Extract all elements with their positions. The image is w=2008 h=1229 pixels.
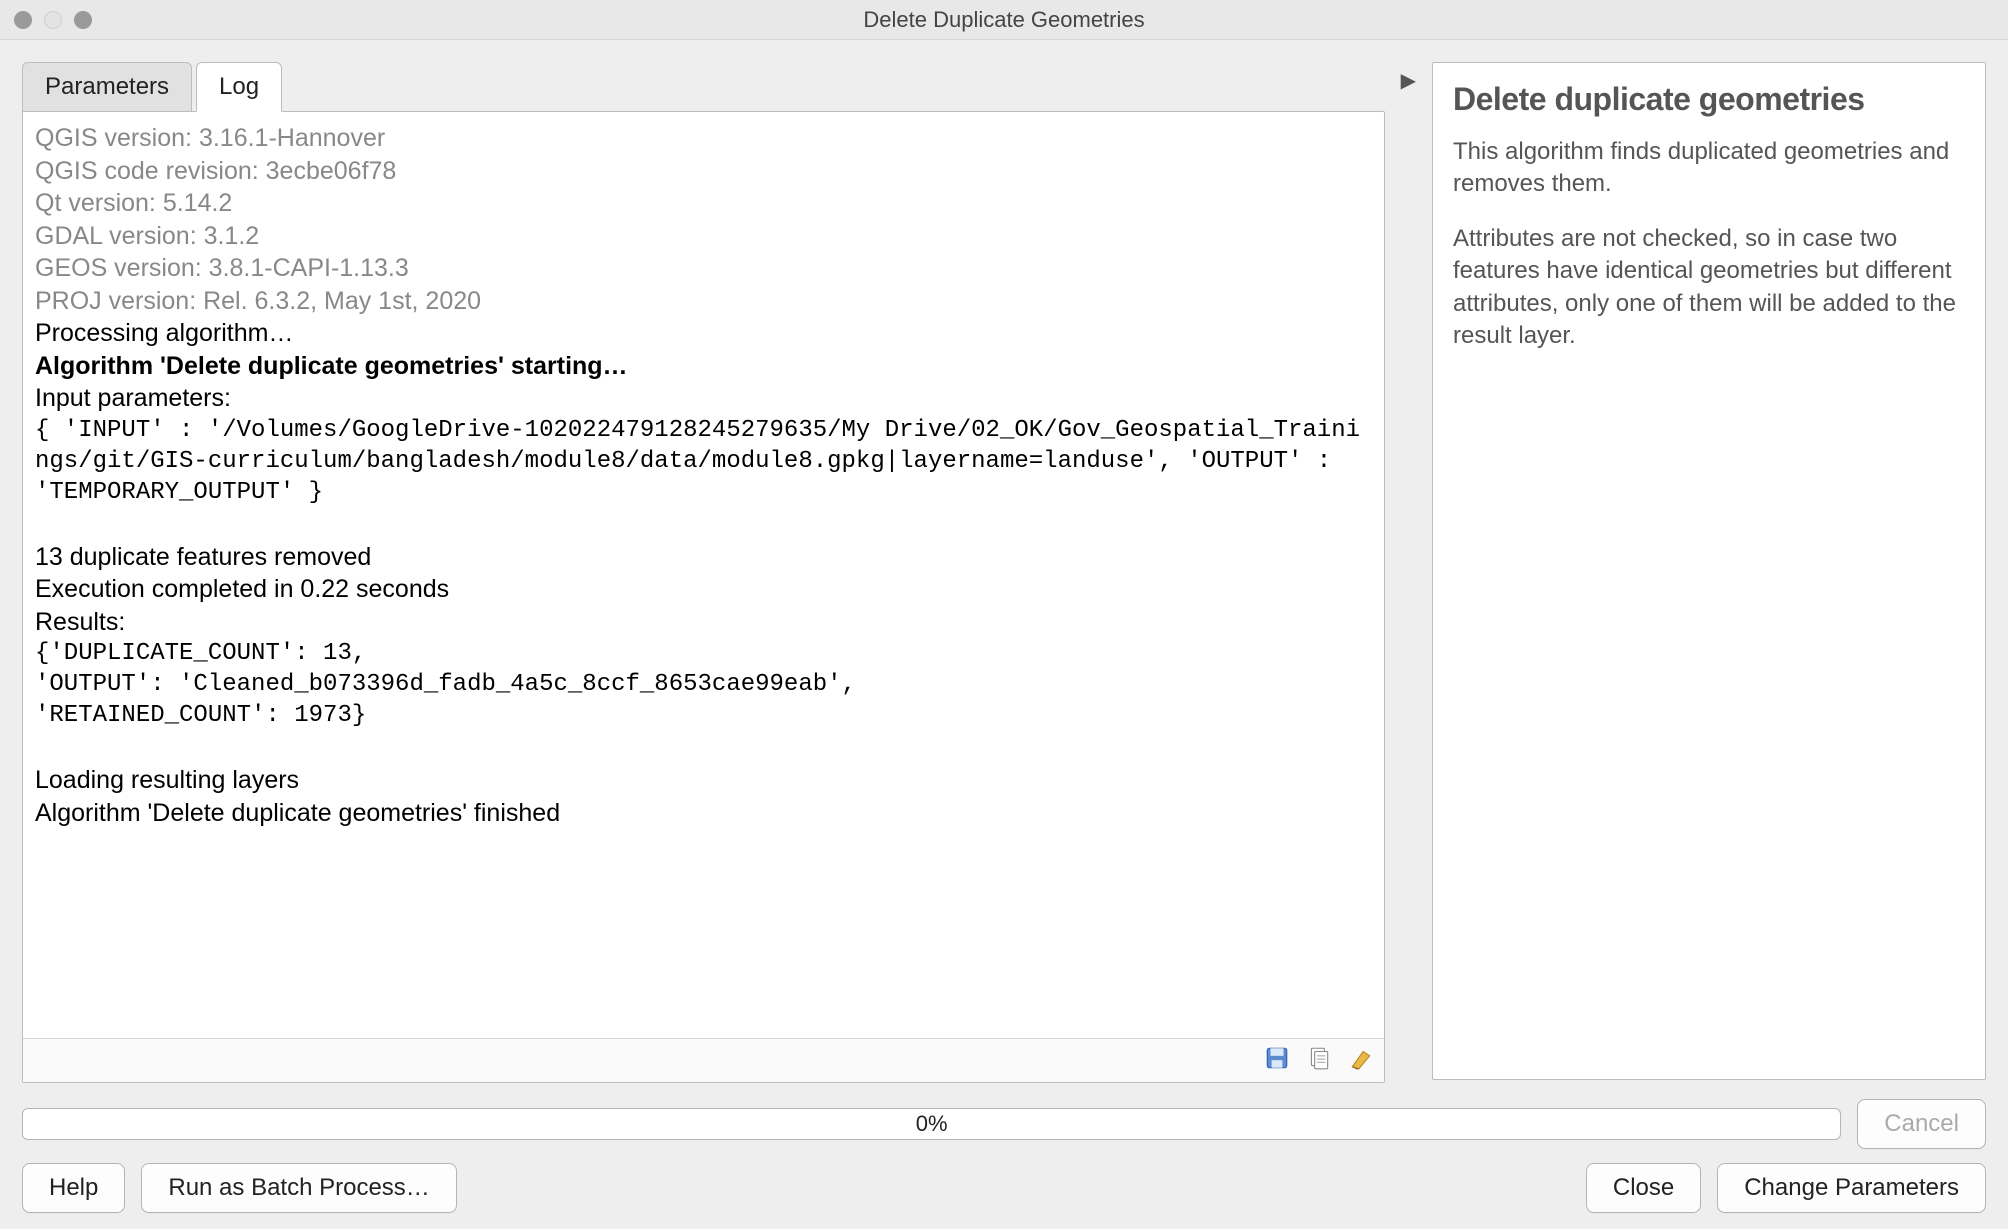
tab-parameters[interactable]: Parameters bbox=[22, 62, 192, 112]
help-paragraph-2: Attributes are not checked, so in case t… bbox=[1453, 223, 1965, 353]
log-content: QGIS version: 3.16.1-Hannover QGIS code … bbox=[23, 112, 1384, 1038]
log-processing: Processing algorithm… bbox=[35, 317, 1372, 350]
log-input-params-value: { 'INPUT' : '/Volumes/GoogleDrive-102022… bbox=[35, 415, 1372, 509]
help-panel: Delete duplicate geometries This algorit… bbox=[1432, 62, 1986, 1080]
window-title: Delete Duplicate Geometries bbox=[0, 7, 2008, 33]
titlebar: Delete Duplicate Geometries bbox=[0, 0, 2008, 40]
cancel-button: Cancel bbox=[1857, 1099, 1986, 1149]
save-log-icon[interactable] bbox=[1264, 1045, 1290, 1076]
log-results-2: 'OUTPUT': 'Cleaned_b073396d_fadb_4a5c_8c… bbox=[35, 669, 1372, 700]
close-window-button[interactable] bbox=[14, 11, 32, 29]
log-proj-version: PROJ version: Rel. 6.3.2, May 1st, 2020 bbox=[35, 285, 1372, 318]
log-loading: Loading resulting layers bbox=[35, 764, 1372, 797]
log-qgis-revision: QGIS code revision: 3ecbe06f78 bbox=[35, 155, 1372, 188]
log-duplicates-removed: 13 duplicate features removed bbox=[35, 541, 1372, 574]
clear-log-icon[interactable] bbox=[1348, 1045, 1374, 1076]
tab-log[interactable]: Log bbox=[196, 62, 282, 112]
log-toolbar bbox=[23, 1038, 1384, 1082]
help-title: Delete duplicate geometries bbox=[1453, 81, 1965, 118]
log-exec-time: Execution completed in 0.22 seconds bbox=[35, 573, 1372, 606]
help-paragraph-1: This algorithm finds duplicated geometri… bbox=[1453, 136, 1965, 201]
log-gdal-version: GDAL version: 3.1.2 bbox=[35, 220, 1372, 253]
close-button[interactable]: Close bbox=[1586, 1163, 1701, 1213]
copy-log-icon[interactable] bbox=[1306, 1045, 1332, 1076]
log-results-3: 'RETAINED_COUNT': 1973} bbox=[35, 700, 1372, 731]
log-results-1: {'DUPLICATE_COUNT': 13, bbox=[35, 638, 1372, 669]
collapse-help-panel-icon[interactable]: ▶ bbox=[1401, 68, 1416, 93]
progress-text: 0% bbox=[916, 1111, 948, 1137]
log-finished: Algorithm 'Delete duplicate geometries' … bbox=[35, 797, 1372, 830]
maximize-window-button[interactable] bbox=[74, 11, 92, 29]
log-box: QGIS version: 3.16.1-Hannover QGIS code … bbox=[22, 111, 1385, 1083]
left-panel: Parameters Log QGIS version: 3.16.1-Hann… bbox=[22, 62, 1385, 1083]
run-batch-button[interactable]: Run as Batch Process… bbox=[141, 1163, 456, 1213]
log-qt-version: Qt version: 5.14.2 bbox=[35, 187, 1372, 220]
log-geos-version: GEOS version: 3.8.1-CAPI-1.13.3 bbox=[35, 252, 1372, 285]
log-results-label: Results: bbox=[35, 606, 1372, 639]
change-parameters-button[interactable]: Change Parameters bbox=[1717, 1163, 1986, 1213]
log-qgis-version: QGIS version: 3.16.1-Hannover bbox=[35, 122, 1372, 155]
minimize-window-button[interactable] bbox=[44, 11, 62, 29]
tab-bar: Parameters Log bbox=[22, 62, 1385, 112]
progress-bar: 0% bbox=[22, 1108, 1841, 1140]
window-controls bbox=[14, 11, 92, 29]
help-button[interactable]: Help bbox=[22, 1163, 125, 1213]
log-input-params-label: Input parameters: bbox=[35, 382, 1372, 415]
log-starting: Algorithm 'Delete duplicate geometries' … bbox=[35, 350, 1372, 383]
